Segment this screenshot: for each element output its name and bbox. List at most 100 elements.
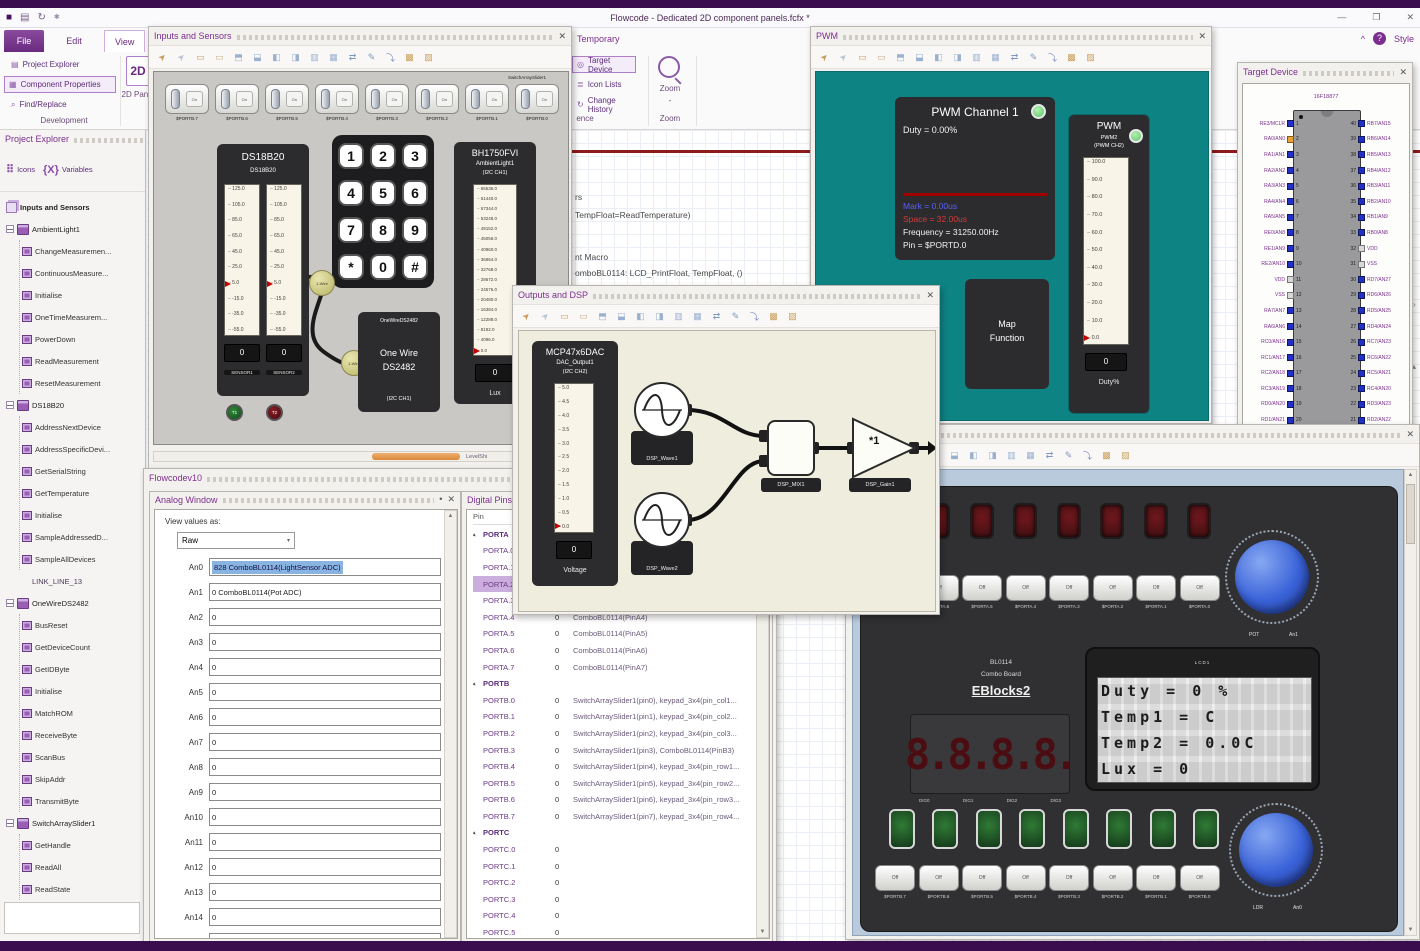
macro-item[interactable]: ReadMeasurement <box>22 350 145 372</box>
toggle-switch[interactable]: On <box>465 84 509 114</box>
toolbar-icon[interactable]: ▭ <box>557 309 572 324</box>
window-titlebar[interactable]: Inputs and Sensors ✕ <box>149 27 571 45</box>
style-menu[interactable]: Style <box>1394 34 1414 44</box>
chip-pin[interactable]: RC0/AN16 15 <box>1245 334 1307 350</box>
chip-pin[interactable]: RA6/AN6 14 <box>1245 319 1307 335</box>
toolbar-icon[interactable]: ➤ <box>171 46 192 67</box>
chip-pin[interactable]: RE1/AN9 9 <box>1245 241 1307 257</box>
analog-value-field[interactable]: 0 <box>209 808 441 826</box>
macro-item[interactable]: GetDeviceCount <box>22 636 145 658</box>
panel-titlebar[interactable]: Project Explorer <box>0 130 145 148</box>
macro-item[interactable]: ContinuousMeasure... <box>22 262 145 284</box>
macro-item[interactable]: ReadAll <box>22 856 145 878</box>
icons-view-button[interactable]: ⠿ Icons <box>6 163 35 176</box>
window-titlebar[interactable]: PWM ✕ <box>811 27 1211 45</box>
toolbar-icon[interactable]: ⬓ <box>250 50 265 65</box>
ds18b20-block[interactable]: DS18B20 DS18B20 125.0 105.0 85.0 65.0 45.0 25… <box>217 144 309 396</box>
pin-row[interactable]: PORTC.2 0 <box>473 874 757 891</box>
analog-value-field[interactable]: 0 <box>209 633 441 651</box>
pin-row[interactable]: PORTC.3 0 <box>473 891 757 908</box>
toolbar-icon[interactable]: ⬓ <box>912 50 927 65</box>
chip-pin[interactable]: 38 RB5/AN13 <box>1345 147 1409 163</box>
macro-item[interactable]: MatchROM <box>22 702 145 724</box>
chip-pin[interactable]: RA1/AN1 3 <box>1245 147 1307 163</box>
expander-icon[interactable] <box>473 530 483 539</box>
toolbar-icon[interactable]: ◧ <box>269 50 284 65</box>
chip-pin[interactable]: RD0/AN20 19 <box>1245 397 1307 413</box>
chip-pin[interactable]: RC2/AN18 17 <box>1245 366 1307 382</box>
macro-item[interactable]: SampleAllDevices <box>22 548 145 570</box>
pin-row[interactable]: PORTC <box>473 825 757 842</box>
chip-pin[interactable]: 23 RC4/AN20 <box>1345 381 1409 397</box>
onewire-ds2482-block[interactable]: OneWireDS2482 One Wire DS2482 (I2C CH1) <box>358 312 440 412</box>
scroll-up-icon[interactable]: ▲ <box>1405 472 1416 478</box>
tree-group-row[interactable]: DS18B20 <box>6 394 145 416</box>
chip-pin[interactable]: 33 RB0/AN8 <box>1345 225 1409 241</box>
voltage-slider[interactable]: 5.0 4.5 4.0 3.5 3.0 2.5 2.0 1.5 1.0 0.5 0.0 <box>554 383 594 533</box>
board-switch[interactable]: Off <box>1136 865 1176 891</box>
toolbar-icon[interactable]: ▨ <box>421 50 436 65</box>
keypad-key[interactable]: 6 <box>402 180 428 206</box>
switch-lever[interactable] <box>321 89 330 109</box>
expander-icon[interactable] <box>6 599 14 607</box>
chip-pin[interactable]: 36 RB3/AN11 <box>1345 178 1409 194</box>
expander-icon[interactable] <box>6 401 14 409</box>
toolbar-icon[interactable]: ✎ <box>1026 50 1041 65</box>
board-switch[interactable]: Off <box>1005 865 1046 891</box>
macro-item[interactable]: ReadState <box>22 878 145 900</box>
pin-row[interactable]: PORTB.2 0 SwitchArraySlider1(pin2), keyp… <box>473 725 757 742</box>
slider-marker[interactable] <box>555 523 561 530</box>
toolbar-icon[interactable]: ▭ <box>874 50 889 65</box>
view-mode-dropdown[interactable]: Raw ▾ <box>177 532 295 549</box>
scroll-down-icon[interactable]: ▼ <box>757 929 768 935</box>
pwm-duty-slider[interactable]: 100.0 90.0 80.0 70.0 60.0 50.0 40.0 30.0 20.0 10.… <box>1083 157 1129 345</box>
tree-root-item[interactable]: Inputs and Sensors <box>6 196 145 218</box>
chip-pin[interactable]: 34 RB1/AN9 <box>1345 210 1409 226</box>
keypad-key[interactable]: 5 <box>370 180 396 206</box>
board-switch[interactable]: Off <box>1092 865 1133 891</box>
expander-icon[interactable] <box>6 225 14 233</box>
pin-row[interactable]: PORTB.0 0 SwitchArraySlider1(pin0), keyp… <box>473 692 757 709</box>
chip-pin[interactable]: RA7/AN7 13 <box>1245 303 1307 319</box>
keypad-key[interactable]: 4 <box>338 180 364 206</box>
slider-marker[interactable] <box>1084 334 1090 341</box>
macro-item[interactable]: ReceiveByte <box>22 724 145 746</box>
scroll-right-icon[interactable]: › <box>1413 300 1416 309</box>
close-icon[interactable]: ✕ <box>447 495 455 504</box>
dsp-mixer-block[interactable] <box>767 420 815 476</box>
toolbar-icon[interactable]: ▩ <box>1064 50 1079 65</box>
tree-group-row[interactable]: LINK_LINE_13 <box>6 570 145 592</box>
map-function-block[interactable]: Map Function <box>965 279 1049 389</box>
chip-pin[interactable]: 25 RC6/AN22 <box>1345 350 1409 366</box>
zoom-minus[interactable]: - <box>652 96 688 105</box>
switch-lever[interactable] <box>421 89 430 109</box>
analog-value-field[interactable]: 0 <box>209 783 441 801</box>
analog-value-field[interactable]: 0 <box>209 883 441 901</box>
pwm2-block[interactable]: PWM PWM2 (PWM CH2) 100.090.080.070.060.0… <box>1068 114 1150 414</box>
restore-button[interactable]: ❐ <box>1372 12 1380 23</box>
board-switch[interactable]: Off <box>1092 575 1133 601</box>
scroll-thumb[interactable] <box>372 453 460 460</box>
tree-group-row[interactable]: AmbientLight1 <box>6 218 145 240</box>
pin-row[interactable]: PORTB.4 0 SwitchArraySlider1(pin4), keyp… <box>473 758 757 775</box>
toolbar-icon[interactable]: ⤵ <box>383 50 398 65</box>
toolbar-icon[interactable]: ⬒ <box>231 50 246 65</box>
toolbar-icon[interactable]: ◨ <box>950 50 965 65</box>
toolbar-icon[interactable]: ▩ <box>766 309 781 324</box>
toggle-switch[interactable]: On <box>165 84 209 114</box>
macro-item[interactable]: SampleAddressedD... <box>22 526 145 548</box>
toolbar-icon[interactable]: ⇄ <box>709 309 724 324</box>
chip-pin[interactable]: RA3/AN3 5 <box>1245 178 1307 194</box>
macro-item[interactable]: GetTemperature <box>22 482 145 504</box>
zoom-icon[interactable] <box>658 56 680 78</box>
macro-item[interactable]: ResetMeasurement <box>22 372 145 394</box>
toolbar-icon[interactable]: ⇄ <box>1042 448 1057 463</box>
macro-item[interactable]: TransmitByte <box>22 790 145 812</box>
toolbar-icon[interactable]: ▥ <box>307 50 322 65</box>
ribbon-tab[interactable]: View <box>104 30 146 52</box>
toolbar-icon[interactable]: ⬒ <box>893 50 908 65</box>
scroll-down-icon[interactable]: ▼ <box>1405 927 1416 933</box>
toolbar-icon[interactable]: ▨ <box>785 309 800 324</box>
toolbar-icon[interactable]: ▭ <box>193 50 208 65</box>
toolbar-icon[interactable]: ▭ <box>855 50 870 65</box>
